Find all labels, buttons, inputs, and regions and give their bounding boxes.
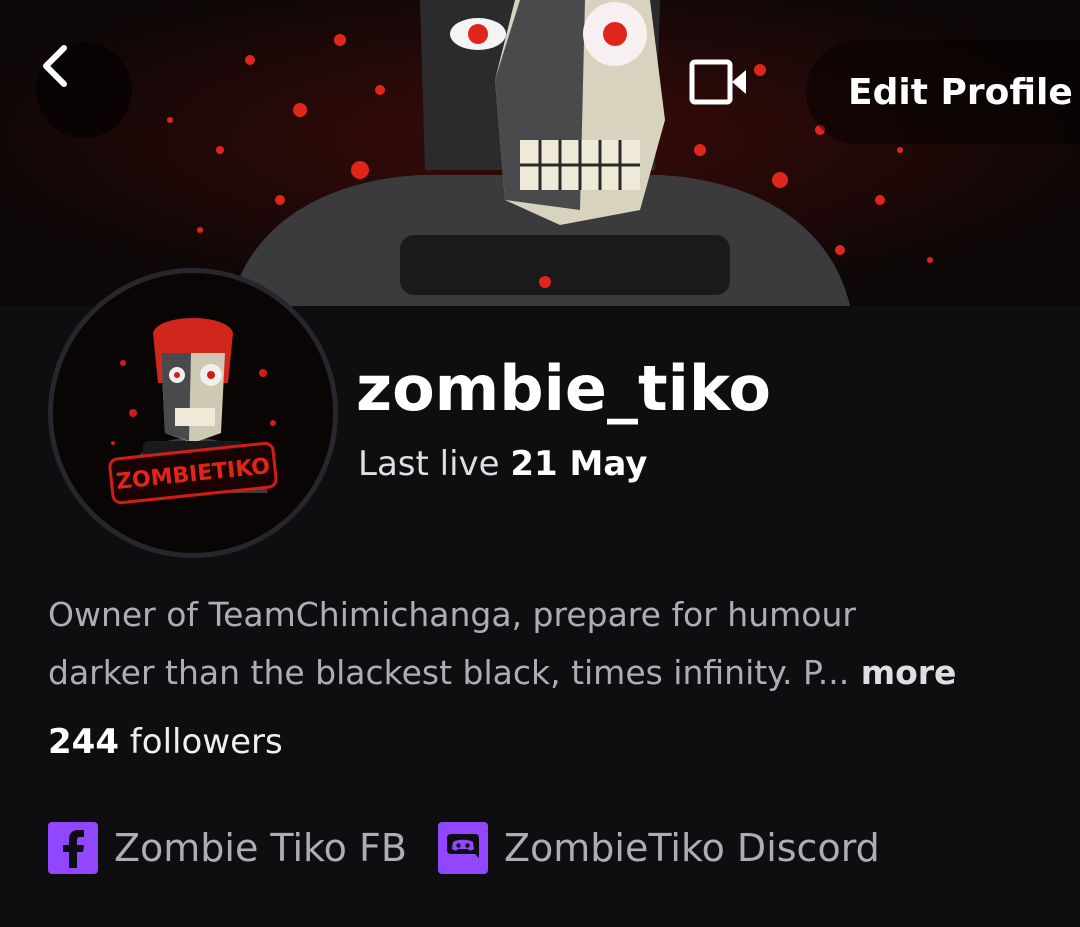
back-button[interactable] [36, 42, 132, 138]
bio-line-2: darker than the blackest black, times in… [48, 644, 1038, 702]
last-live-date: 21 May [510, 444, 648, 484]
discord-link-label: ZombieTiko Discord [504, 826, 880, 870]
followers-number: 244 [48, 722, 119, 762]
edit-profile-button[interactable]: Edit Profile [806, 40, 1080, 144]
profile-banner: Edit Profile [0, 0, 1080, 306]
followers-label: followers [129, 722, 283, 762]
bio: Owner of TeamChimichanga, prepare for hu… [48, 586, 1038, 702]
facebook-link-label: Zombie Tiko FB [114, 826, 407, 870]
last-live: Last live 21 May [358, 444, 647, 484]
more-link[interactable]: more [849, 653, 957, 692]
video-button[interactable] [688, 58, 768, 126]
bio-line-1: Owner of TeamChimichanga, prepare for hu… [48, 595, 856, 634]
followers-count[interactable]: 244 followers [48, 722, 283, 762]
video-camera-icon [689, 59, 746, 105]
facebook-link[interactable]: Zombie Tiko FB [48, 818, 407, 878]
bio-line-2-text: darker than the blackest black, times in… [48, 653, 850, 692]
last-live-label: Last live [358, 444, 500, 484]
discord-link[interactable]: ZombieTiko Discord [438, 818, 880, 878]
avatar[interactable]: ZOMBIETIKO [48, 268, 338, 558]
discord-icon [438, 822, 488, 874]
chevron-left-icon [43, 45, 67, 87]
username: zombie_tiko [356, 352, 772, 425]
avatar-artwork: ZOMBIETIKO [108, 318, 278, 505]
facebook-icon [48, 822, 98, 874]
